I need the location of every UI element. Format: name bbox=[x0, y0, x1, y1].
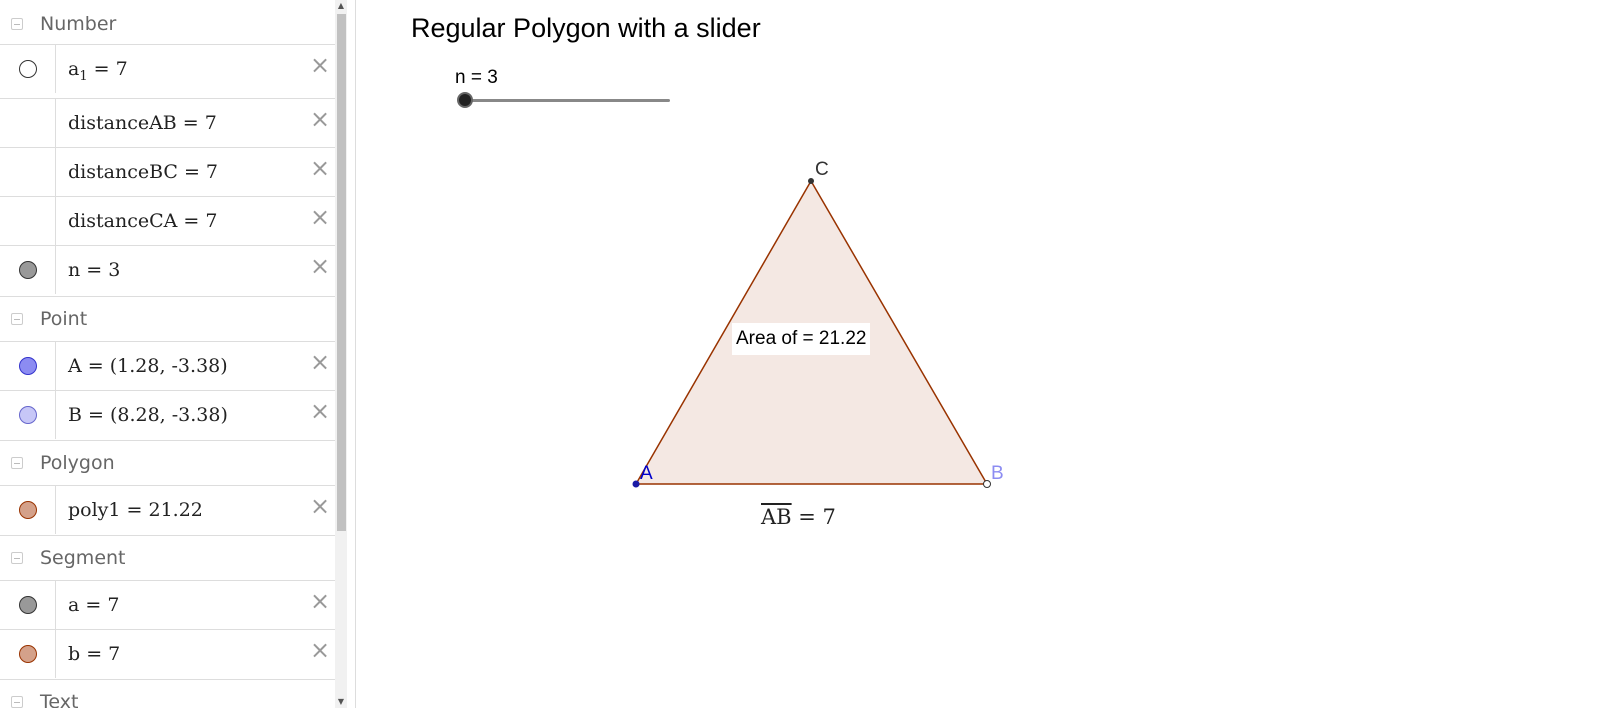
area-text[interactable]: Area of = 21.22 bbox=[732, 323, 871, 355]
point-B[interactable] bbox=[983, 480, 991, 488]
page-title: Regular Polygon with a slider bbox=[411, 13, 761, 43]
point-A[interactable] bbox=[632, 480, 640, 488]
point-A-label: A bbox=[640, 463, 653, 484]
point-C-label: C bbox=[815, 159, 829, 180]
point-B-label: B bbox=[991, 463, 1004, 484]
segment-ab-value: = 7 bbox=[791, 505, 836, 529]
slider-label: n = 3 bbox=[455, 67, 498, 88]
slider-n-track[interactable] bbox=[466, 99, 670, 102]
slider-n-knob[interactable] bbox=[457, 92, 473, 108]
segment-ab-overline: AB bbox=[761, 505, 792, 529]
segment-ab-length-text[interactable]: AB = 7 bbox=[761, 505, 836, 529]
point-C[interactable] bbox=[808, 178, 814, 184]
